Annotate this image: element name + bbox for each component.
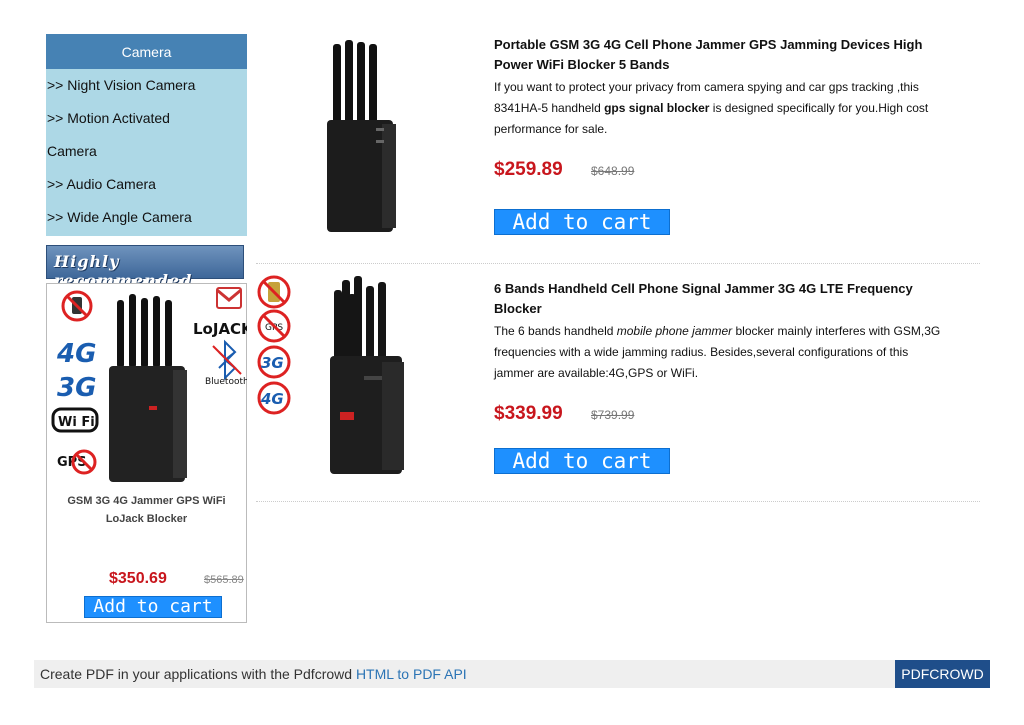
recommended-add-to-cart-button[interactable]: Add to cart: [84, 596, 222, 618]
no-phone-icon: [257, 275, 291, 309]
product-1-add-to-cart-button[interactable]: Add to cart: [494, 209, 670, 235]
bluetooth-label: Bluetooth: [205, 377, 247, 387]
recommended-title[interactable]: GSM 3G 4G Jammer GPS WiFi LoJack Blocker: [47, 492, 246, 528]
svg-text:4G: 4G: [260, 390, 284, 408]
jammer-6-band-device: [330, 276, 404, 474]
no-4g-icon: 4G: [257, 381, 291, 415]
product-1-price: $259.89: [494, 159, 563, 180]
3g-icon: 3G: [57, 373, 96, 403]
sidebar-item-wide-angle[interactable]: >> Wide Angle Camera: [46, 201, 247, 234]
sidebar-heading: Camera: [46, 34, 247, 69]
svg-text:3G: 3G: [261, 354, 284, 372]
recommended-product-image[interactable]: 4G 3G Wi Fi GPS LoJACK Bluetooth: [49, 286, 247, 486]
product-2-description: The 6 bands handheld mobile phone jammer…: [494, 324, 941, 380]
no-phone-icon: [61, 290, 93, 322]
gps-signal-blocker-link[interactable]: gps signal blocker: [604, 101, 709, 115]
bluetooth-icon: [212, 339, 242, 381]
product-1-title[interactable]: Portable GSM 3G 4G Cell Phone Jammer GPS…: [494, 35, 964, 75]
highly-recommended-banner: Highly recommended: [46, 245, 244, 290]
recommended-product-card: 4G 3G Wi Fi GPS LoJACK Bluetooth GSM 3G …: [46, 283, 247, 623]
jammer-device: [109, 294, 187, 482]
lojack-icon: LoJACK: [193, 320, 247, 338]
product-2-title[interactable]: 6 Bands Handheld Cell Phone Signal Jamme…: [494, 279, 964, 319]
product-1-image[interactable]: [270, 34, 460, 234]
pdfcrowd-button[interactable]: PDFCROWD: [895, 660, 990, 688]
product-2-image[interactable]: GPS 3G 4G: [256, 272, 456, 478]
sidebar-item-night-vision[interactable]: >> Night Vision Camera: [46, 69, 247, 102]
no-gps-icon: GPS: [257, 309, 291, 343]
html-to-pdf-api-link[interactable]: HTML to PDF API: [356, 666, 467, 682]
sidebar-item-motion-activated-cont[interactable]: Camera: [46, 135, 247, 168]
recommended-old-price: $565.89: [204, 574, 244, 586]
sidebar-item-motion-activated[interactable]: >> Motion Activated: [46, 102, 247, 135]
svg-text:Wi Fi: Wi Fi: [58, 415, 95, 430]
jammer-5-band-device: [327, 40, 396, 232]
product-1-old-price: $648.99: [591, 164, 635, 178]
gmail-icon: [216, 287, 242, 309]
4g-icon: 4G: [56, 339, 96, 369]
pdfcrowd-footer: Create PDF in your applications with the…: [34, 660, 990, 688]
sidebar-item-audio-camera[interactable]: >> Audio Camera: [46, 168, 247, 201]
footer-text: Create PDF in your applications with the…: [40, 666, 467, 682]
product-2-add-to-cart-button[interactable]: Add to cart: [494, 448, 670, 474]
category-sidebar: Camera >> Night Vision Camera >> Motion …: [46, 34, 247, 236]
no-3g-icon: 3G: [257, 345, 291, 379]
recommended-price: $350.69: [109, 570, 167, 587]
product-divider: [256, 501, 980, 502]
product-1-description: If you want to protect your privacy from…: [494, 80, 929, 136]
no-gps-icon: GPS: [57, 449, 97, 475]
wifi-icon: Wi Fi: [51, 407, 99, 433]
product-divider: [256, 263, 980, 264]
mobile-phone-jammer-link[interactable]: mobile phone jammer: [617, 324, 732, 338]
product-2-old-price: $739.99: [591, 408, 635, 422]
product-2-price: $339.99: [494, 403, 563, 424]
